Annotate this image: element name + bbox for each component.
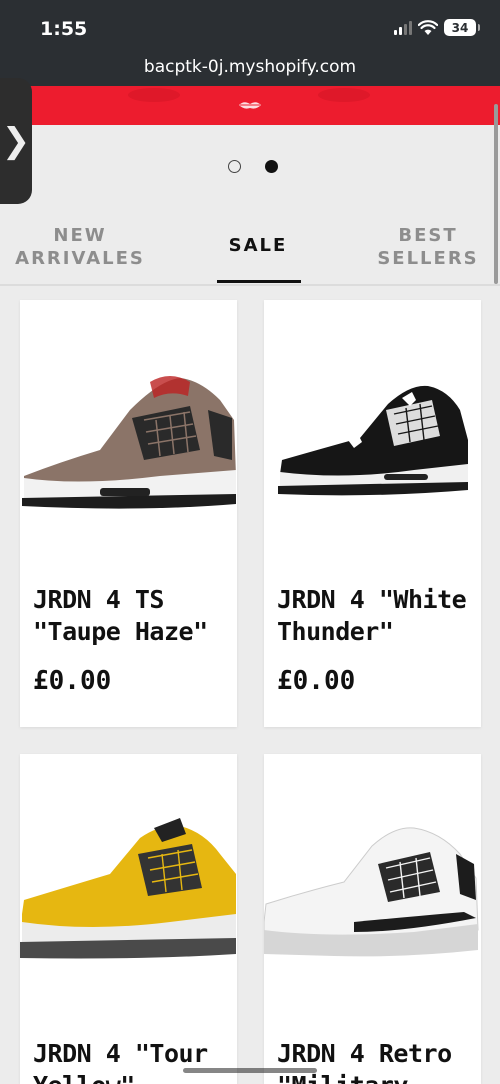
product-card[interactable]: JRDN 4 TS "Taupe Haze" £0.00	[20, 300, 237, 727]
product-name[interactable]: JRDN 4 "White Thunder"	[277, 584, 467, 648]
product-card[interactable]: JRDN 4 "Tour Yellow"	[20, 754, 237, 1084]
tab-label: BEST SELLERS	[377, 225, 479, 269]
product-card[interactable]: JRDN 4 Retro "Military	[264, 754, 481, 1084]
carousel-dot[interactable]	[228, 160, 241, 173]
product-image-taupe-sneaker	[22, 376, 236, 509]
active-tab-indicator	[217, 280, 301, 283]
product-card[interactable]: JRDN 4 "White Thunder" £0.00	[264, 300, 481, 727]
status-time: 1:55	[40, 18, 88, 40]
home-indicator[interactable]	[183, 1068, 317, 1073]
banner-pattern	[318, 88, 370, 102]
tab-new-arrivals[interactable]: NEW ARRIVALES	[10, 224, 150, 270]
cellular-signal-icon	[394, 20, 412, 35]
product-name[interactable]: JRDN 4 Retro "Military	[277, 1038, 452, 1084]
product-name[interactable]: JRDN 4 "Tour Yellow"	[33, 1038, 208, 1084]
tab-label: NEW ARRIVALES	[15, 225, 145, 269]
tab-sale[interactable]: SALE	[210, 234, 306, 257]
battery-icon: 34	[444, 19, 480, 36]
browser-header: 1:55 34 bacptk-0j.myshopify.com	[0, 0, 500, 86]
carousel-pagination	[228, 160, 278, 173]
product-price: £0.00	[33, 666, 112, 696]
banner-pattern	[128, 88, 180, 102]
product-image-yellow-sneaker	[20, 818, 236, 959]
carousel-dot-active[interactable]	[265, 160, 278, 173]
drawer-toggle-button[interactable]: ❯	[0, 78, 32, 204]
product-name[interactable]: JRDN 4 TS "Taupe Haze"	[33, 584, 208, 648]
wifi-icon	[418, 19, 438, 35]
collection-tabs: NEW ARRIVALES SALE BEST SELLERS	[0, 220, 500, 286]
url-bar[interactable]: bacptk-0j.myshopify.com	[0, 57, 500, 77]
tab-best-sellers[interactable]: BEST SELLERS	[370, 224, 486, 270]
product-image-black-sneaker	[278, 385, 468, 496]
divider	[0, 284, 500, 286]
tab-label: SALE	[228, 235, 288, 256]
lips-logo-icon	[239, 102, 261, 109]
chevron-right-icon: ❯	[1, 121, 31, 161]
product-image-white-sneaker	[264, 827, 479, 957]
status-icons: 34	[394, 19, 480, 36]
product-price: £0.00	[277, 666, 356, 696]
promo-banner	[0, 86, 500, 125]
